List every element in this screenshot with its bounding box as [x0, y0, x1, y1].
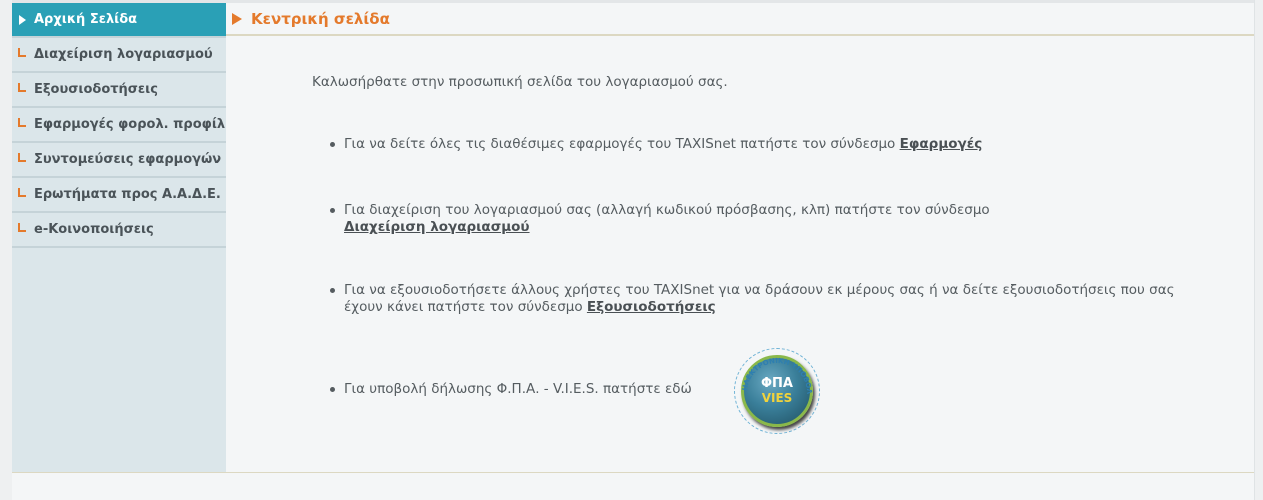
vies-vat-badge-button[interactable]: ΗΛΕΚΤΡΟΝΙΚΗ ΥΠΟΒΟΛΗ ΦΠΑ VIES	[734, 348, 820, 434]
sidebar-item-home[interactable]: Αρχική Σελίδα	[12, 3, 226, 38]
footer-divider	[226, 472, 1254, 473]
sidebar-item-label: Εφαρμογές φορολ. προφίλ	[34, 117, 226, 132]
sidebar-item-account-management[interactable]: Διαχείριση λογαριασμού	[12, 38, 226, 73]
corner-arrow-icon	[12, 118, 34, 127]
vies-ring-text-icon: ΗΛΕΚΤΡΟΝΙΚΗ ΥΠΟΒΟΛΗ	[735, 349, 813, 395]
sidebar-item-e-notifications[interactable]: e-Κοινοποιήσεις	[12, 213, 226, 248]
welcome-text: Καλωσήρθατε στην προσωπική σελίδα του λο…	[312, 74, 728, 90]
right-edge-border	[1254, 0, 1255, 500]
bullet-text: Για υποβολή δήλωσης Φ.Π.Α. - V.I.E.S. πα…	[344, 381, 692, 397]
bullet-text: Για να εξουσιοδοτήσετε άλλους χρήστες το…	[344, 282, 1175, 315]
account-management-link[interactable]: Διαχείριση λογαριασμού	[344, 219, 530, 235]
triangle-right-icon	[232, 12, 242, 25]
bullet-text: Για να δείτε όλες τις διαθέσιμες εφαρμογ…	[344, 136, 900, 152]
corner-arrow-icon	[12, 48, 34, 57]
sidebar-item-label: Εξουσιοδοτήσεις	[34, 82, 158, 97]
svg-text:ΗΛΕΚΤΡΟΝΙΚΗ ΥΠΟΒΟΛΗ: ΗΛΕΚΤΡΟΝΙΚΗ ΥΠΟΒΟΛΗ	[735, 349, 813, 395]
footer-divider-left	[12, 472, 226, 473]
list-item: Για να εξουσιοδοτήσετε άλλους χρήστες το…	[330, 282, 1204, 316]
corner-arrow-icon	[12, 188, 34, 197]
bullet-text: Για διαχείριση του λογαριασμού σας (αλλα…	[344, 202, 990, 218]
corner-arrow-icon	[12, 83, 34, 92]
list-item: Για διαχείριση του λογαριασμού σας (αλλα…	[330, 202, 1204, 236]
main-content: Καλωσήρθατε στην προσωπική σελίδα του λο…	[226, 36, 1254, 472]
page-title: Κεντρική σελίδα	[251, 9, 390, 28]
sidebar-item-app-shortcuts[interactable]: Συντομεύσεις εφαρμογών	[12, 143, 226, 178]
sidebar-item-label: Διαχείριση λογαριασμού	[34, 47, 213, 62]
sidebar-item-label: Αρχική Σελίδα	[34, 12, 138, 27]
sidebar-item-label: Συντομεύσεις εφαρμογών	[34, 152, 222, 167]
sidebar-item-aade-questions[interactable]: Ερωτήματα προς Α.Α.Δ.Ε.	[12, 178, 226, 213]
page-header: Κεντρική σελίδα	[226, 3, 1254, 36]
sidebar-item-authorizations[interactable]: Εξουσιοδοτήσεις	[12, 73, 226, 108]
applications-link[interactable]: Εφαρμογές	[900, 136, 983, 152]
list-item: Για να δείτε όλες τις διαθέσιμες εφαρμογ…	[330, 136, 1204, 153]
authorizations-link[interactable]: Εξουσιοδοτήσεις	[587, 299, 716, 315]
sidebar-item-tax-profile-apps[interactable]: Εφαρμογές φορολ. προφίλ	[12, 108, 226, 143]
sidebar-menu: Αρχική Σελίδα Διαχείριση λογαριασμού Εξο…	[12, 3, 226, 473]
page-frame: Αρχική Σελίδα Διαχείριση λογαριασμού Εξο…	[12, 0, 1254, 500]
sidebar-item-label: Ερωτήματα προς Α.Α.Δ.Ε.	[34, 187, 221, 202]
corner-arrow-icon	[12, 223, 34, 232]
arrow-right-icon	[12, 14, 34, 25]
corner-arrow-icon	[12, 153, 34, 162]
sidebar-item-label: e-Κοινοποιήσεις	[34, 222, 154, 237]
